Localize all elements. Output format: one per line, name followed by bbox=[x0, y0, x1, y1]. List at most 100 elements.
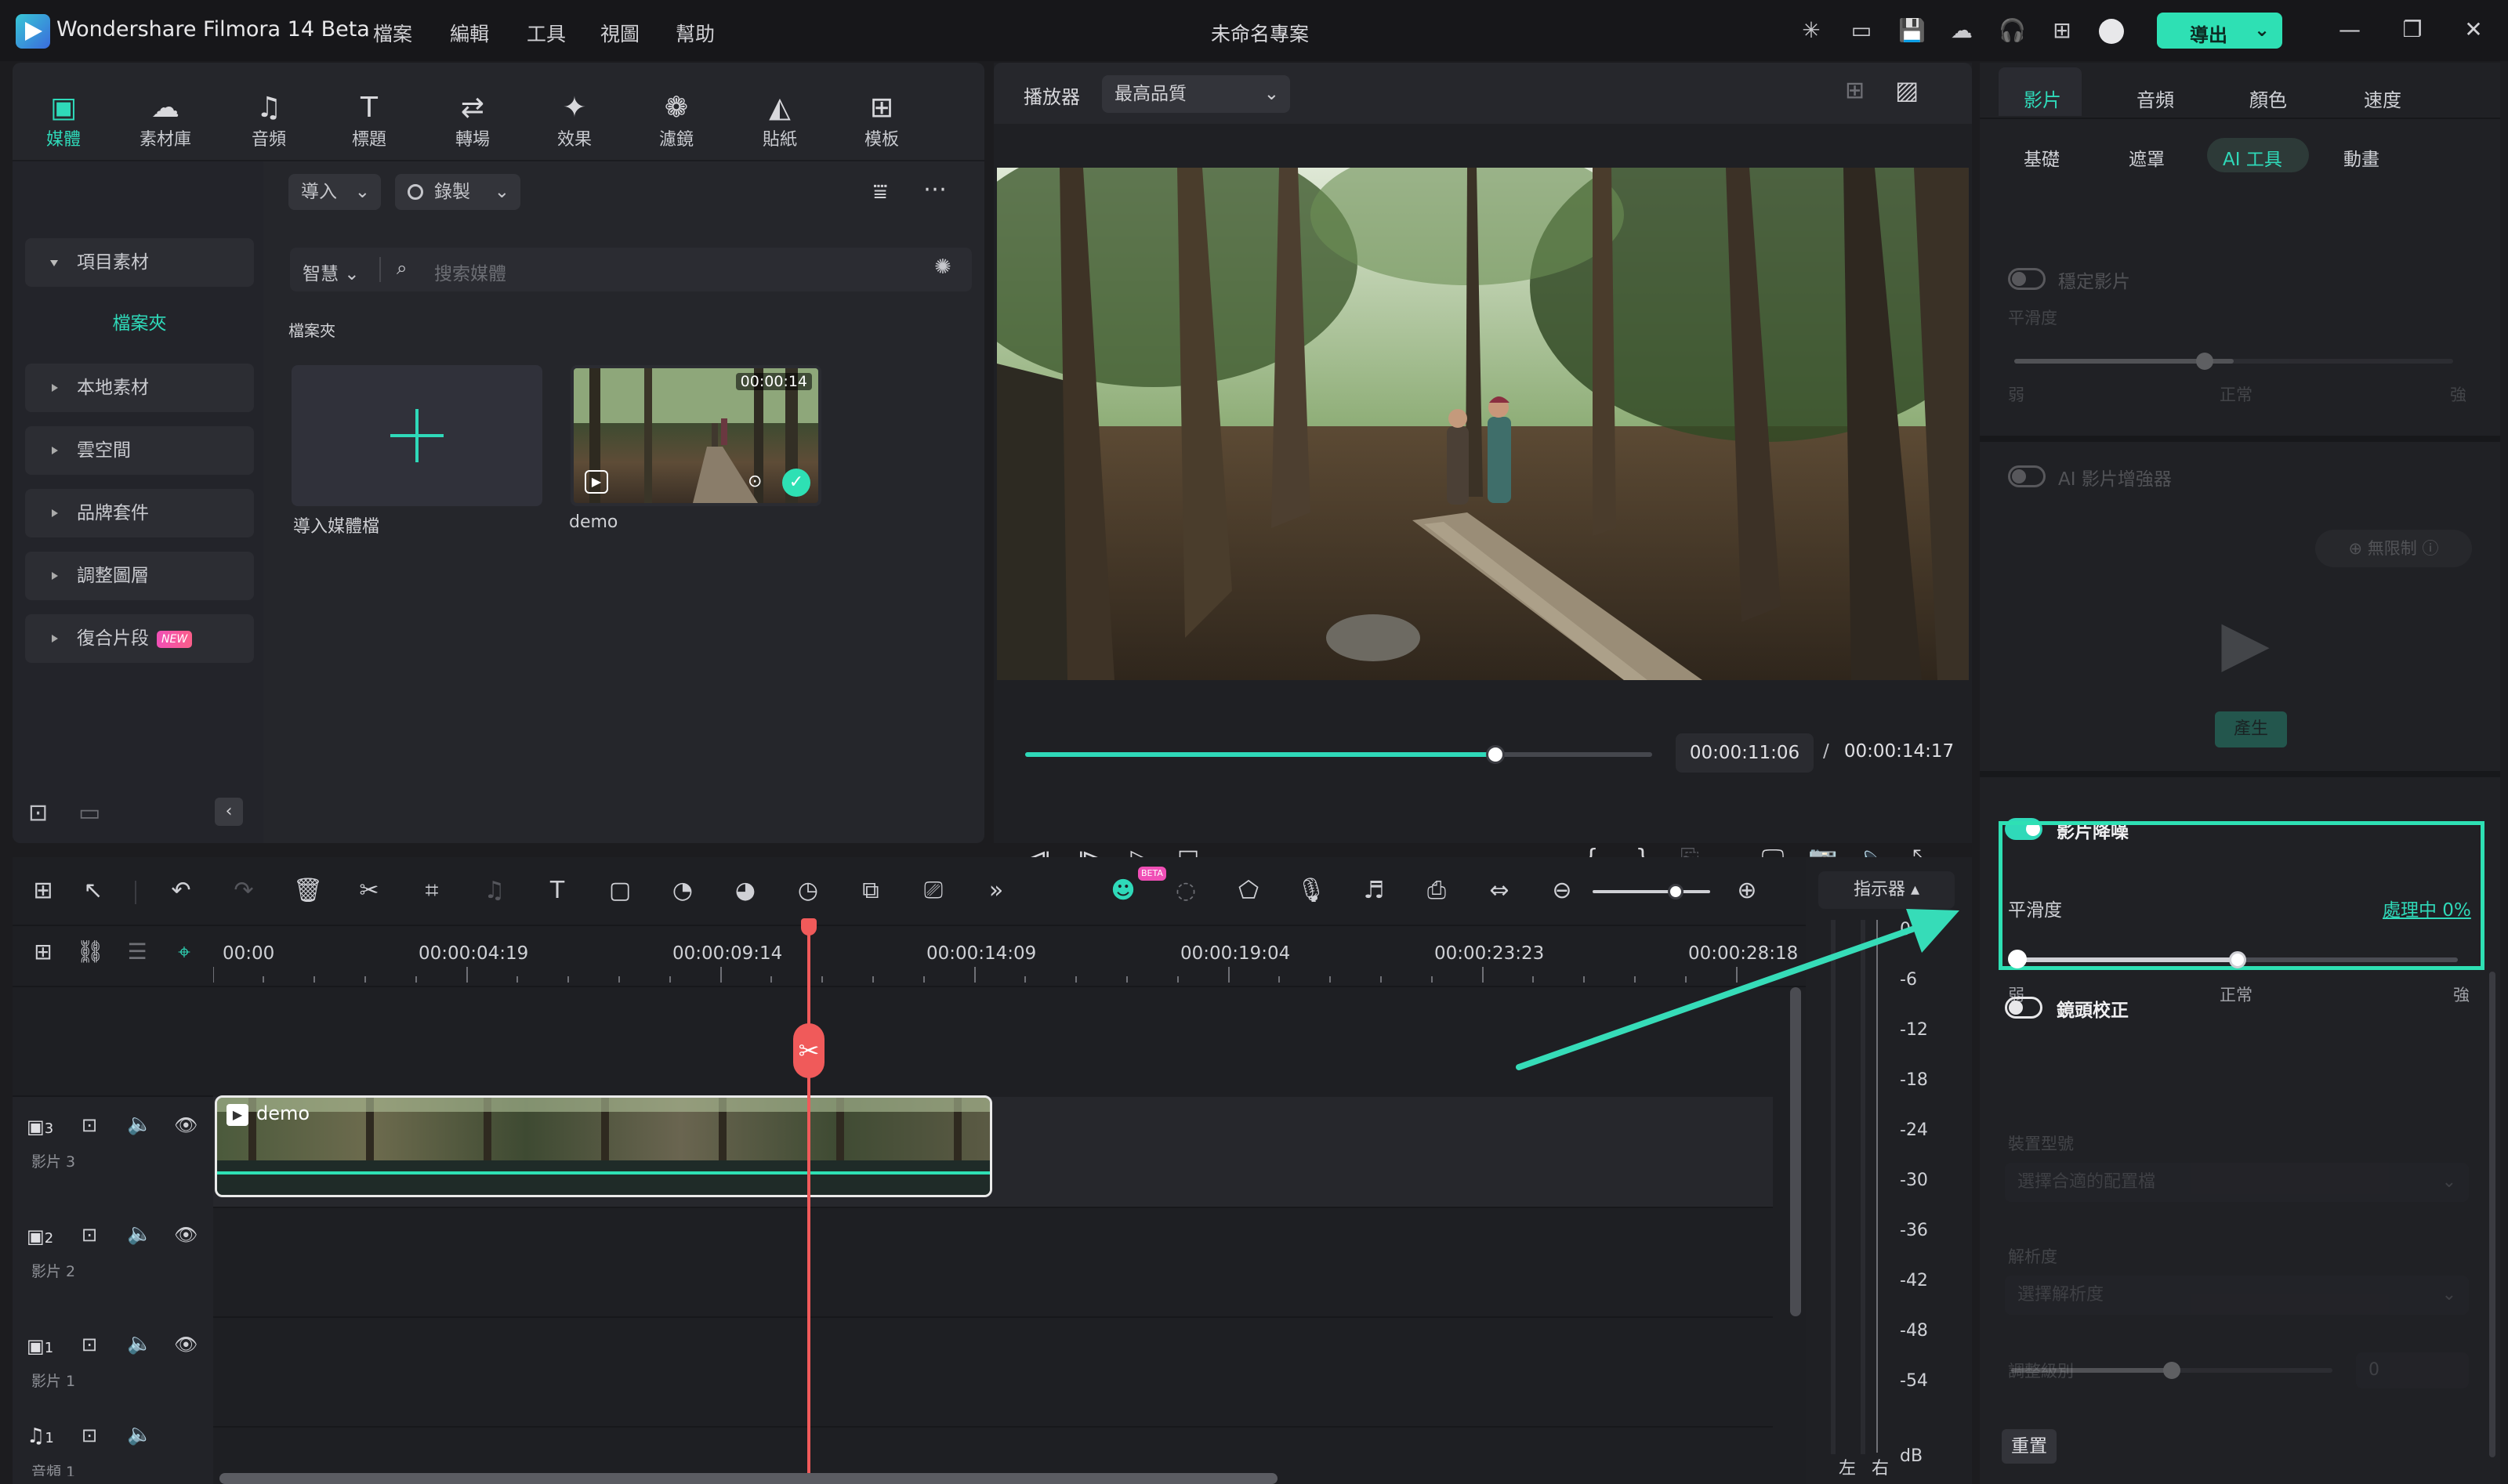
sidebar-item-folder[interactable]: 檔案夾 bbox=[25, 301, 254, 346]
auto-reframe-icon[interactable]: ⧉ bbox=[854, 874, 887, 907]
lock-icon[interactable]: ⊡ bbox=[82, 1114, 97, 1136]
video-preview[interactable] bbox=[997, 168, 1969, 680]
timeline-clip[interactable]: ▶ demo bbox=[215, 1095, 992, 1197]
cloud-upload-icon[interactable]: ☁ bbox=[1948, 17, 1975, 44]
ai-copilot-icon[interactable]: ☻ bbox=[1107, 874, 1140, 907]
rectangle-mask-icon[interactable]: ▢ bbox=[603, 874, 636, 907]
eye-icon[interactable]: 👁 bbox=[174, 1114, 198, 1136]
snapshot-quality-icon[interactable]: ▨ bbox=[1895, 75, 1919, 105]
zoom-in-icon[interactable]: ⊕ bbox=[1731, 874, 1763, 907]
close-icon[interactable]: ✕ bbox=[2456, 14, 2491, 45]
menu-view[interactable]: 視圖 bbox=[600, 19, 640, 47]
marker-icon[interactable]: ⬠ bbox=[1232, 874, 1265, 907]
sidebar-item-cloud[interactable]: 雲空間 bbox=[25, 426, 254, 475]
quality-dropdown[interactable]: 最高品質 ⌄ bbox=[1102, 75, 1290, 113]
tab-stickers[interactable]: ◭ 貼紙 bbox=[745, 91, 815, 150]
menu-edit[interactable]: 編輯 bbox=[450, 19, 489, 47]
eye-icon[interactable]: 👁 bbox=[174, 1334, 198, 1356]
folder-icon[interactable]: ▭ bbox=[78, 799, 100, 827]
layout-grid-icon[interactable]: ⊞ bbox=[27, 874, 60, 907]
link-icon[interactable]: ⛓ bbox=[74, 936, 107, 968]
search-input[interactable]: 搜索媒體 bbox=[434, 259, 506, 285]
generate-button[interactable]: 產生 bbox=[2215, 711, 2287, 747]
eye-icon[interactable]: 👁 bbox=[174, 1224, 198, 1246]
tab-audio[interactable]: 音頻 bbox=[2137, 85, 2174, 112]
timeline-ruler[interactable]: 00:00 00:00:04:19 00:00:09:14 00:00:14:0… bbox=[213, 936, 1798, 983]
lock-icon[interactable]: ⊡ bbox=[82, 1424, 97, 1446]
minimize-icon[interactable]: — bbox=[2332, 14, 2367, 45]
export-button[interactable]: 導出 ⌄ bbox=[2157, 13, 2282, 49]
subtitle-icon[interactable]: ⎚ bbox=[917, 874, 950, 907]
tab-transitions[interactable]: ⇄ 轉場 bbox=[437, 91, 508, 150]
restore-icon[interactable]: ❐ bbox=[2395, 14, 2430, 45]
subtab-animation[interactable]: 動畫 bbox=[2343, 144, 2379, 171]
volume-icon[interactable]: 🔈 bbox=[127, 1423, 152, 1446]
resolution-select[interactable]: 選擇解析度 ⌄ bbox=[2005, 1276, 2469, 1315]
audio-detach-icon[interactable]: ♫ bbox=[478, 874, 511, 907]
audio-mix-icon[interactable]: ♬ bbox=[1357, 874, 1390, 907]
slider-knob[interactable] bbox=[2163, 1362, 2180, 1379]
zoom-out-icon[interactable]: ⊖ bbox=[1546, 874, 1578, 907]
apps-grid-icon[interactable]: ⊞ bbox=[2049, 17, 2075, 44]
color-palette-icon[interactable]: ◕ bbox=[729, 874, 762, 907]
menu-help[interactable]: 幫助 bbox=[676, 19, 715, 47]
split-scissors-icon[interactable]: ✂ bbox=[793, 1023, 825, 1078]
tab-media[interactable]: ▣ 媒體 bbox=[28, 91, 99, 150]
stabilize-smoothness-slider[interactable] bbox=[2014, 359, 2453, 364]
processing-status[interactable]: 處理中 0% bbox=[2383, 895, 2471, 921]
select-cursor-icon[interactable]: ↖ bbox=[77, 874, 110, 907]
menu-tools[interactable]: 工具 bbox=[527, 19, 566, 47]
preview-render-icon[interactable]: ⎙ bbox=[1420, 874, 1453, 907]
tab-effects[interactable]: ✦ 效果 bbox=[539, 91, 610, 150]
menu-file[interactable]: 檔案 bbox=[373, 19, 412, 47]
ai-search-icon[interactable]: ✺ bbox=[934, 255, 951, 279]
zoom-slider-knob[interactable] bbox=[1668, 884, 1683, 899]
slider-knob[interactable] bbox=[2196, 353, 2213, 370]
indicator-dropdown[interactable]: 指示器 ▴ bbox=[1818, 871, 1955, 909]
sidebar-item-local-media[interactable]: 本地素材 bbox=[25, 364, 254, 412]
volume-icon[interactable]: 🔈 bbox=[127, 1332, 152, 1356]
speed-ramp-icon[interactable]: ◔ bbox=[666, 874, 699, 907]
tab-titles[interactable]: T 標題 bbox=[334, 91, 404, 150]
crop-icon[interactable]: ⌗ bbox=[415, 874, 448, 907]
zoom-slider[interactable] bbox=[1593, 890, 1710, 893]
filter-sort-icon[interactable]: ⩸ bbox=[873, 179, 887, 206]
sidebar-item-adjustment-layer[interactable]: 調整圖層 bbox=[25, 552, 254, 600]
track-manager-icon[interactable]: ☰ bbox=[121, 936, 154, 968]
split-scissors-icon[interactable]: ✂ bbox=[353, 874, 386, 907]
record-dropdown[interactable]: 錄製 ⌄ bbox=[395, 174, 520, 210]
import-dropdown[interactable]: 導入 ⌄ bbox=[288, 174, 381, 210]
tab-color[interactable]: 顏色 bbox=[2249, 85, 2287, 112]
device-model-select[interactable]: 選擇合適的配置檔 ⌄ bbox=[2005, 1163, 2469, 1202]
new-folder-icon[interactable]: ⊡ bbox=[28, 799, 48, 827]
undo-icon[interactable]: ↶ bbox=[165, 874, 198, 907]
more-tools-icon[interactable]: » bbox=[980, 874, 1013, 907]
fit-timeline-icon[interactable]: ⇔ bbox=[1483, 874, 1516, 907]
slider-knob[interactable] bbox=[2229, 951, 2246, 968]
tab-video[interactable]: 影片 bbox=[2024, 85, 2061, 112]
sidebar-item-project-media[interactable]: 項目素材 bbox=[25, 238, 254, 287]
import-media-tile[interactable] bbox=[292, 365, 542, 506]
snap-magnet-icon[interactable]: ⌖ bbox=[168, 936, 201, 968]
stabilize-toggle[interactable] bbox=[2008, 268, 2046, 290]
auto-highlight-icon[interactable]: ◌ bbox=[1169, 874, 1202, 907]
volume-icon[interactable]: 🔈 bbox=[127, 1222, 152, 1246]
subtab-basic[interactable]: 基礎 bbox=[2024, 144, 2060, 171]
volume-icon[interactable]: 🔈 bbox=[127, 1113, 152, 1136]
redo-icon[interactable]: ↷ bbox=[227, 874, 260, 907]
timer-icon[interactable]: ◷ bbox=[792, 874, 825, 907]
tab-library[interactable]: ☁ 素材庫 bbox=[130, 91, 201, 150]
sidebar-item-brand-kit[interactable]: 品牌套件 bbox=[25, 489, 254, 537]
playback-progress-bar[interactable] bbox=[1025, 745, 1652, 764]
delete-icon[interactable]: 🗑 bbox=[292, 874, 324, 907]
tab-audio[interactable]: ♫ 音頻 bbox=[234, 91, 304, 150]
properties-scrollbar[interactable] bbox=[2489, 972, 2495, 1457]
smart-dropdown[interactable]: 智慧 ⌄ bbox=[303, 259, 360, 285]
timeline-vertical-scrollbar[interactable] bbox=[1790, 987, 1801, 1316]
more-options-icon[interactable]: ⋯ bbox=[923, 176, 947, 203]
grid-view-icon[interactable]: ⊞ bbox=[1845, 77, 1865, 104]
text-icon[interactable]: T bbox=[541, 874, 574, 907]
avatar[interactable] bbox=[2099, 19, 2124, 44]
ai-enhancer-toggle[interactable] bbox=[2008, 465, 2046, 487]
media-clip-thumbnail[interactable]: 00:00:14 ▶ ⊙ ✓ bbox=[571, 365, 821, 506]
